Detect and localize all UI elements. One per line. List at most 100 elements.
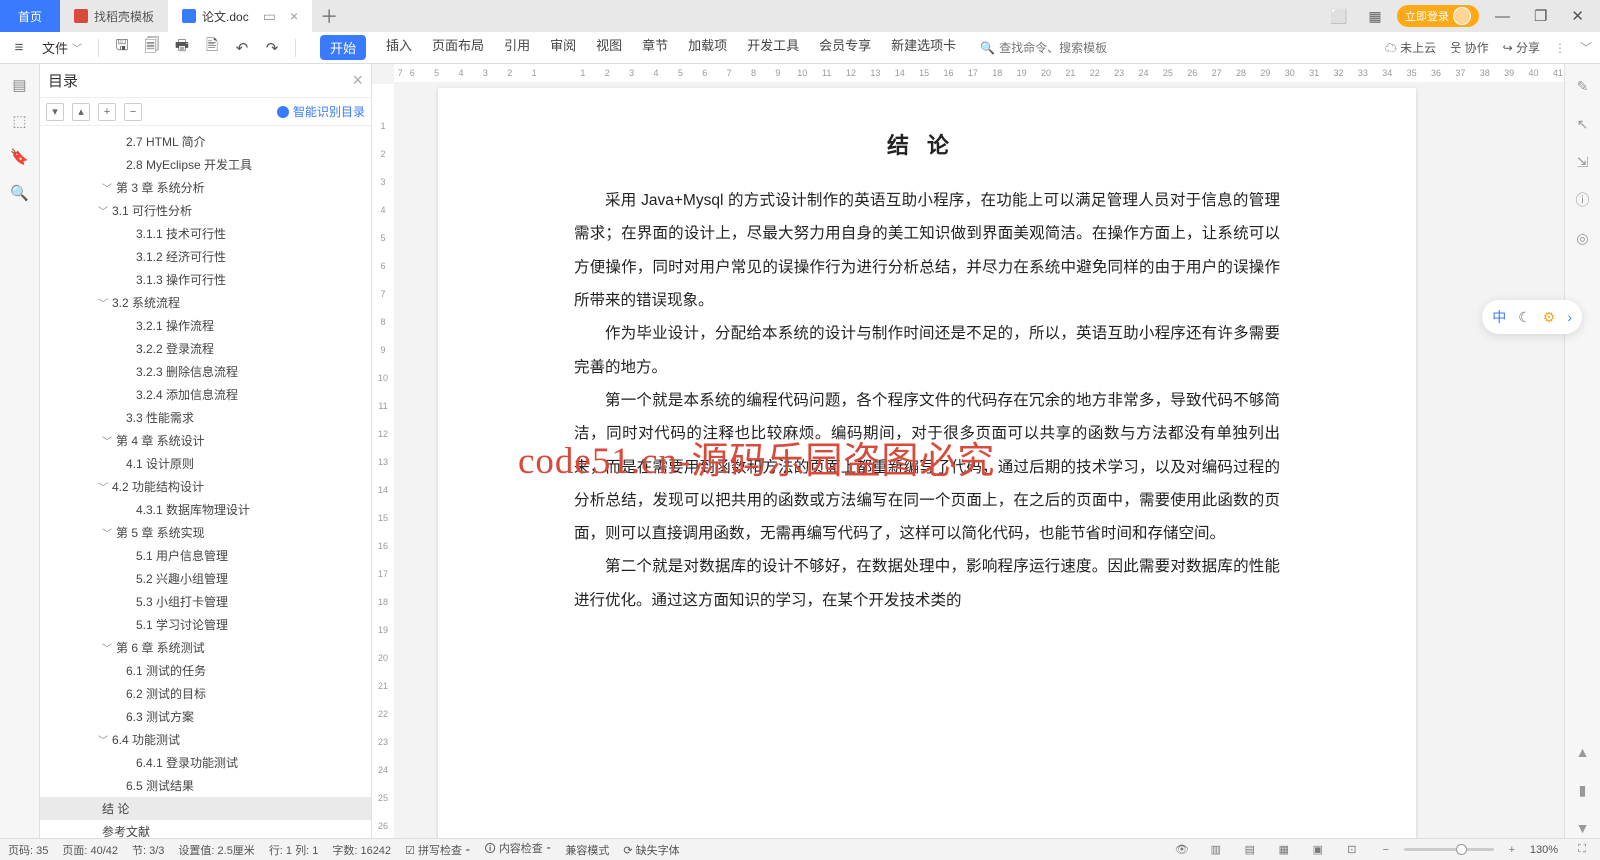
outline-item[interactable]: 3.1.2 经济可行性: [40, 245, 371, 268]
preview-icon[interactable]: 🖹: [201, 37, 223, 59]
vertical-ruler[interactable]: 1234567891011121314151617181920212223242…: [372, 84, 394, 838]
outline-item[interactable]: 5.1 学习讨论管理: [40, 613, 371, 636]
eye-icon[interactable]: 👁: [1172, 843, 1192, 856]
tool-icon[interactable]: ⇲: [1573, 152, 1593, 172]
outline-item[interactable]: 2.8 MyEclipse 开发工具: [40, 153, 371, 176]
outline-item[interactable]: ﹀第 6 章 系统测试: [40, 636, 371, 659]
menu-start[interactable]: 开始: [320, 35, 366, 60]
menu-chapter[interactable]: 章节: [642, 35, 668, 60]
fullscreen-icon[interactable]: ⛶: [1572, 843, 1592, 856]
status-compat[interactable]: 兼容模式: [565, 842, 609, 858]
collab-button[interactable]: 웃 协作: [1450, 39, 1488, 56]
outline-item[interactable]: ﹀3.1 可行性分析: [40, 199, 371, 222]
minimize-button[interactable]: —: [1487, 8, 1518, 25]
outline-item[interactable]: 3.3 性能需求: [40, 406, 371, 429]
ai-icon[interactable]: ⓘ: [1573, 190, 1593, 210]
zoom-in-icon[interactable]: +: [1502, 844, 1522, 856]
tab-add[interactable]: ＋: [312, 0, 346, 32]
menu-ref[interactable]: 引用: [504, 35, 530, 60]
search-box[interactable]: 🔍: [980, 41, 1139, 55]
setting-icon[interactable]: ⚙: [1543, 309, 1556, 326]
cloud-status[interactable]: ☁ 未上云: [1385, 39, 1436, 56]
edit-icon[interactable]: ✎: [1573, 76, 1593, 96]
redo-icon[interactable]: ↷: [261, 37, 283, 59]
outline-item[interactable]: 6.1 测试的任务: [40, 659, 371, 682]
status-section[interactable]: 节: 3/3: [132, 842, 164, 858]
file-menu[interactable]: 文件﹀: [38, 38, 86, 57]
add-heading-icon[interactable]: +: [98, 103, 116, 121]
horizontal-ruler[interactable]: 7654321123456789101112131415161718192021…: [394, 64, 1564, 82]
more-icon[interactable]: ⋮: [1554, 41, 1566, 55]
status-missing-font[interactable]: ⟳ 缺失字体: [623, 842, 679, 858]
status-pageno[interactable]: 页码: 35: [8, 842, 48, 858]
menu-view[interactable]: 视图: [596, 35, 622, 60]
outline-item[interactable]: 3.2.4 添加信息流程: [40, 383, 371, 406]
status-page[interactable]: 页面: 40/42: [62, 842, 118, 858]
undo-icon[interactable]: ↶: [231, 37, 253, 59]
collapse-icon[interactable]: ﹀: [1580, 39, 1592, 56]
smart-outline[interactable]: 智能识别目录: [277, 103, 365, 120]
scrollbar-thumb[interactable]: ▮: [1573, 780, 1593, 800]
close-icon[interactable]: ×: [290, 8, 298, 24]
view1-icon[interactable]: ▥: [1206, 843, 1226, 856]
outline-item[interactable]: 结 论: [40, 797, 371, 820]
page-down-icon[interactable]: ▼: [1573, 818, 1593, 838]
menu-insert[interactable]: 插入: [386, 35, 412, 60]
zoom-out-icon[interactable]: −: [1376, 844, 1396, 856]
moon-icon[interactable]: ☾: [1518, 309, 1531, 326]
tab-templates[interactable]: 找稻壳模板: [60, 0, 168, 32]
menu-dev[interactable]: 开发工具: [747, 35, 799, 60]
outline-item[interactable]: ﹀4.2 功能结构设计: [40, 475, 371, 498]
expand-icon[interactable]: ›: [1567, 309, 1572, 325]
zoom-control[interactable]: − + 130%: [1376, 844, 1558, 856]
menu-icon[interactable]: ≡: [8, 37, 30, 59]
outline-item[interactable]: 3.1.3 操作可行性: [40, 268, 371, 291]
ime-icon[interactable]: 中: [1492, 307, 1506, 327]
print-icon[interactable]: 🖶: [171, 37, 193, 59]
expand-all-icon[interactable]: ▾: [46, 103, 64, 121]
search-icon[interactable]: 🔍: [9, 182, 31, 204]
view3-icon[interactable]: ▦: [1274, 843, 1294, 856]
outline-item[interactable]: 4.3.1 数据库物理设计: [40, 498, 371, 521]
outline-item[interactable]: 4.1 设计原则: [40, 452, 371, 475]
view2-icon[interactable]: ▤: [1240, 843, 1260, 856]
document-page[interactable]: 结论 采用 Java+Mysql 的方式设计制作的英语互助小程序，在功能上可以满…: [438, 88, 1416, 838]
menu-vip[interactable]: 会员专享: [819, 35, 871, 60]
maximize-button[interactable]: ❐: [1526, 7, 1555, 25]
outline-item[interactable]: ﹀第 3 章 系统分析: [40, 176, 371, 199]
panel-icon[interactable]: ⬜: [1325, 4, 1353, 28]
outline-item[interactable]: 5.3 小组打卡管理: [40, 590, 371, 613]
status-line[interactable]: 行: 1 列: 1: [269, 842, 319, 858]
outline-item[interactable]: ﹀第 5 章 系统实现: [40, 521, 371, 544]
loc-icon[interactable]: ◎: [1573, 228, 1593, 248]
menu-addon[interactable]: 加载项: [688, 35, 727, 60]
outline-item[interactable]: 6.2 测试的目标: [40, 682, 371, 705]
outline-close-icon[interactable]: ×: [352, 70, 363, 91]
zoom-slider[interactable]: [1404, 848, 1494, 851]
outline-item[interactable]: 6.3 测试方案: [40, 705, 371, 728]
tab-document[interactable]: 论文.doc▭×: [168, 0, 312, 32]
outline-item[interactable]: 3.2.1 操作流程: [40, 314, 371, 337]
collapse-all-icon[interactable]: ▴: [72, 103, 90, 121]
status-setval[interactable]: 设置值: 2.5厘米: [178, 842, 254, 858]
menu-layout[interactable]: 页面布局: [432, 35, 484, 60]
apps-icon[interactable]: ▦: [1361, 4, 1389, 28]
saveas-icon[interactable]: 🗐: [141, 37, 163, 59]
status-words[interactable]: 字数: 16242: [332, 842, 391, 858]
tab-home[interactable]: 首页: [0, 0, 60, 32]
outline-icon[interactable]: ▤: [9, 74, 31, 96]
outline-item[interactable]: ﹀6.4 功能测试: [40, 728, 371, 751]
page-up-icon[interactable]: ▲: [1573, 742, 1593, 762]
outline-item[interactable]: 3.2.2 登录流程: [40, 337, 371, 360]
float-toolbar[interactable]: 中 ☾ ⚙ ›: [1482, 300, 1582, 334]
remove-heading-icon[interactable]: −: [124, 103, 142, 121]
pane-icon[interactable]: ⬚: [9, 110, 31, 132]
menu-review[interactable]: 审阅: [550, 35, 576, 60]
view4-icon[interactable]: ▣: [1308, 843, 1328, 856]
login-button[interactable]: 立即登录: [1397, 5, 1479, 27]
outline-item[interactable]: 5.2 兴趣小组管理: [40, 567, 371, 590]
menu-newtab[interactable]: 新建选项卡: [891, 35, 956, 60]
save-icon[interactable]: 🖫: [111, 37, 133, 59]
outline-item[interactable]: ﹀3.2 系统流程: [40, 291, 371, 314]
outline-item[interactable]: 6.4.1 登录功能测试: [40, 751, 371, 774]
